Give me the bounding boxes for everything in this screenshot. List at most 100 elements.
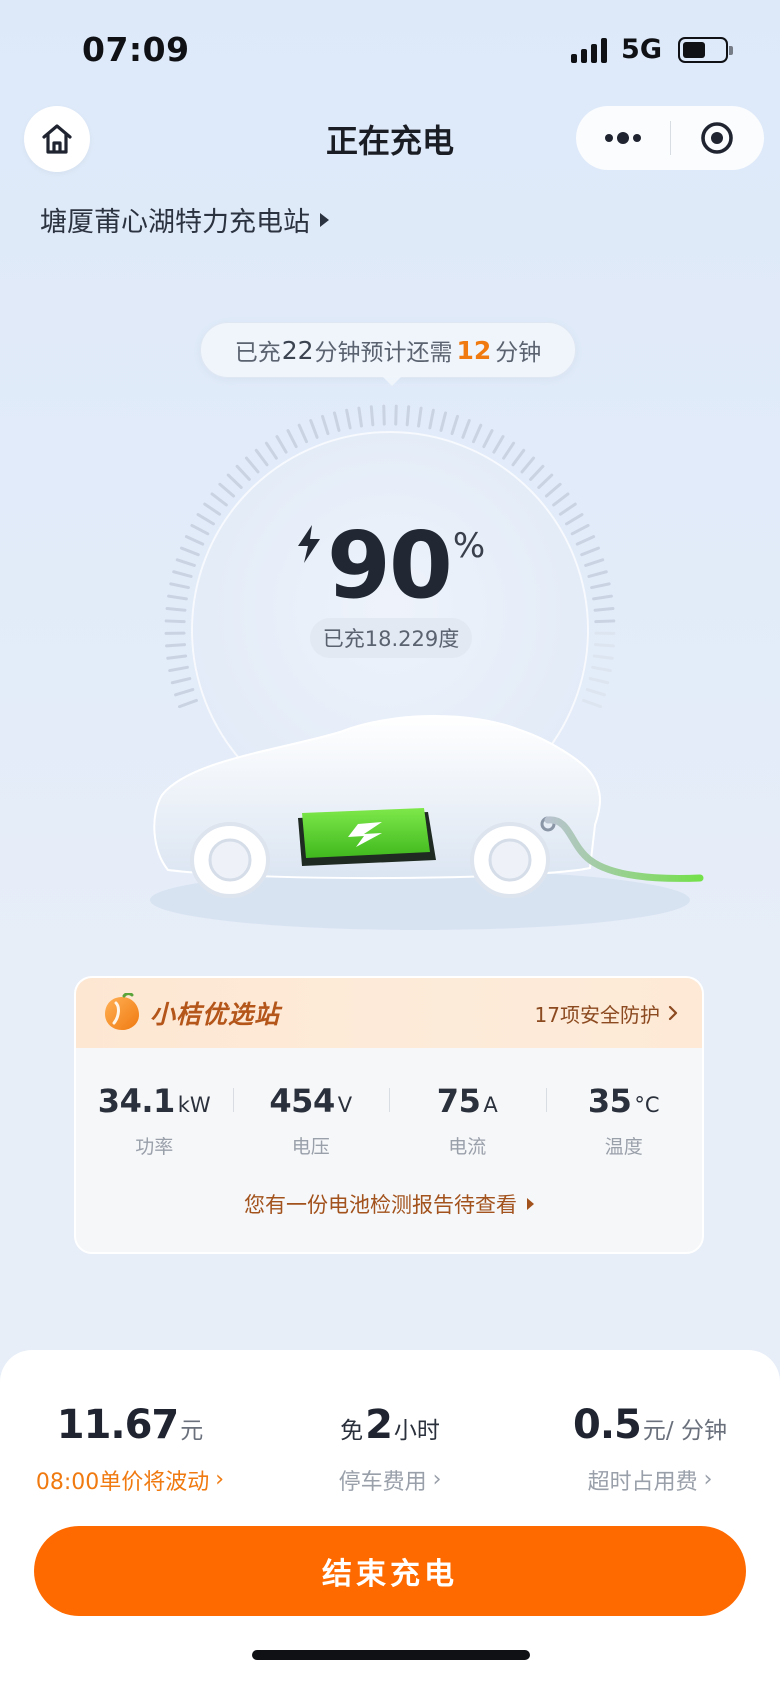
- report-text: 您有一份电池检测报告待查看: [244, 1193, 517, 1217]
- caret-right-icon: [320, 212, 329, 227]
- gauge-tick: [472, 423, 483, 444]
- power-label: 功率: [135, 1136, 174, 1158]
- gauge-tick: [165, 643, 187, 648]
- gauge-tick: [588, 677, 610, 685]
- gauge-tick: [502, 441, 516, 460]
- close-miniprogram-button[interactable]: [671, 106, 765, 170]
- price-value: 11.67: [56, 1402, 180, 1448]
- gauge-tick: [297, 423, 308, 444]
- gauge-tick: [218, 482, 236, 498]
- power-unit: kW: [177, 1093, 211, 1117]
- gauge-tick: [482, 429, 494, 449]
- gauge-tick: [210, 492, 228, 507]
- fee-overtime[interactable]: 0.5 元/ 分钟 超时占用费 ›: [520, 1402, 780, 1496]
- percent-value: 90: [326, 512, 453, 619]
- chevron-right-icon: ›: [703, 1467, 713, 1492]
- voltage-unit: V: [337, 1093, 353, 1117]
- status-time: 07:09: [82, 30, 190, 69]
- safety-link[interactable]: 17项安全防护: [535, 999, 678, 1028]
- chevron-right-icon: ›: [215, 1467, 225, 1492]
- fee-parking[interactable]: 免 2 小时 停车费用 ›: [260, 1402, 520, 1496]
- gauge-tick: [286, 429, 298, 449]
- remaining-minutes: 12: [456, 335, 492, 365]
- charging-stats: 34.1 kW 功率 454 V 电压 75 A 电流 35 °C 温度: [76, 1048, 702, 1159]
- more-button[interactable]: [576, 106, 670, 170]
- gauge-tick: [544, 482, 562, 498]
- safety-text: 17项安全防护: [534, 1002, 660, 1027]
- gauge-tick: [332, 411, 341, 432]
- gauge-tick: [492, 435, 505, 454]
- mini-program-capsule: [576, 106, 764, 170]
- gauge-tick: [585, 688, 606, 697]
- gauge-tick: [450, 414, 459, 436]
- percent-sign: %: [452, 526, 486, 566]
- gauge-tick: [552, 492, 570, 507]
- charging-time-bubble: 已充 22 分钟预计还需 12 分钟: [200, 322, 576, 378]
- gauge-tick: [511, 448, 526, 467]
- charged-minutes: 22: [281, 335, 314, 365]
- fee-summary: 11.67 元 08:00单价将波动 › 免 2 小时 停车费用 › 0.5 元…: [0, 1402, 780, 1496]
- overtime-label: 超时占用费: [587, 1470, 698, 1495]
- energy-charged: 已充18.229度: [310, 618, 472, 658]
- gauge-tick: [369, 405, 375, 427]
- stat-current: 75 A 电流: [389, 1082, 546, 1159]
- bottom-sheet: 11.67 元 08:00单价将波动 › 免 2 小时 停车费用 › 0.5 元…: [0, 1350, 780, 1688]
- gauge-tick: [592, 654, 614, 660]
- gauge-tick: [244, 456, 260, 474]
- gauge-tick: [203, 502, 222, 516]
- battery-graphic: [298, 808, 436, 866]
- gauge-tick: [394, 404, 398, 426]
- gauge-tick: [309, 418, 319, 439]
- remaining-suffix: 分钟: [495, 340, 542, 366]
- chevron-right-icon: [668, 1005, 678, 1021]
- current-label: 电流: [448, 1136, 487, 1158]
- temperature-value: 35: [587, 1082, 632, 1120]
- price-note: 08:00单价将波动: [35, 1470, 210, 1495]
- overtime-unit: 元/ 分钟: [642, 1418, 727, 1444]
- gauge-tick: [591, 665, 612, 673]
- gauge-tick: [166, 654, 188, 660]
- current-value: 75: [436, 1082, 481, 1120]
- gauge-tick: [417, 406, 423, 428]
- overtime-value: 0.5: [573, 1402, 642, 1448]
- brand: 小桔优选站: [102, 993, 280, 1033]
- gauge-tick: [357, 406, 363, 428]
- battery-report-link[interactable]: 您有一份电池检测报告待查看: [76, 1189, 702, 1219]
- battery-icon: [678, 36, 733, 63]
- gauge-tick: [520, 456, 536, 474]
- gauge-tick: [382, 404, 386, 426]
- gauge-tick: [168, 665, 189, 673]
- fee-price[interactable]: 11.67 元 08:00单价将波动 ›: [0, 1402, 260, 1496]
- status-icons: 5G: [571, 34, 733, 65]
- voltage-value: 454: [269, 1082, 335, 1120]
- power-value: 34.1: [97, 1082, 175, 1120]
- lightning-icon: [297, 525, 320, 563]
- gauge-tick: [594, 619, 616, 624]
- station-link[interactable]: 塘厦莆心湖特力充电站: [40, 200, 329, 239]
- network-type: 5G: [621, 34, 662, 65]
- caret-right-icon: [527, 1198, 534, 1210]
- gauge-tick: [537, 473, 554, 490]
- bubble-tail: [382, 376, 402, 386]
- home-indicator[interactable]: [252, 1650, 530, 1660]
- temperature-label: 温度: [604, 1136, 643, 1158]
- gauge-tick: [529, 464, 545, 481]
- gauge-tick: [235, 464, 251, 481]
- end-charging-button[interactable]: 结束充电: [34, 1526, 746, 1616]
- signal-icon: [571, 37, 608, 63]
- gauge-tick: [461, 418, 471, 439]
- card-header: 小桔优选站 17项安全防护: [76, 978, 702, 1048]
- gauge-tick: [321, 414, 330, 436]
- more-dots-icon: [604, 132, 641, 144]
- temperature-unit: °C: [634, 1093, 660, 1117]
- parking-unit: 小时: [393, 1418, 440, 1444]
- target-icon: [701, 122, 734, 154]
- current-unit: A: [483, 1093, 498, 1117]
- car-illustration: [150, 715, 704, 930]
- gauge-tick: [428, 408, 435, 430]
- stat-voltage: 454 V 电压: [232, 1082, 390, 1159]
- voltage-label: 电压: [291, 1136, 330, 1158]
- gauge-tick: [170, 677, 192, 685]
- parking-prefix: 免: [340, 1418, 364, 1444]
- parking-value: 2: [365, 1402, 393, 1448]
